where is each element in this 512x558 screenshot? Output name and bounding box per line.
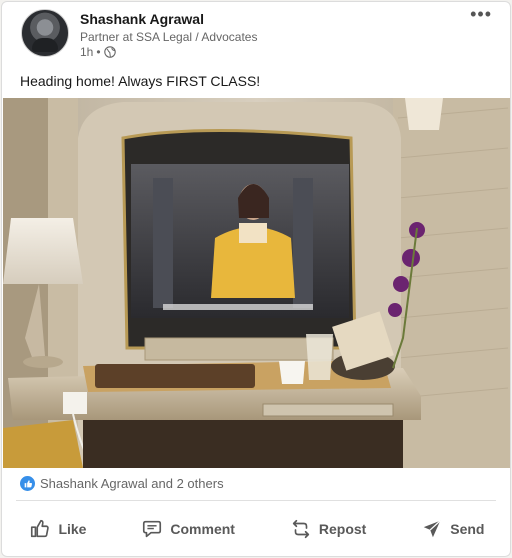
action-divider [16, 500, 496, 501]
comment-icon [143, 520, 162, 538]
repost-button[interactable]: Repost [280, 510, 376, 548]
thumbs-up-icon [31, 519, 50, 538]
comment-label: Comment [170, 521, 235, 537]
like-label: Like [58, 521, 87, 537]
author-name[interactable]: Shashank Agrawal [80, 11, 204, 27]
comment-button[interactable]: Comment [131, 510, 245, 548]
post-text: Heading home! Always FIRST CLASS! [20, 73, 261, 89]
globe-icon [103, 46, 116, 58]
repost-icon [292, 519, 310, 539]
post-meta: 1h • [80, 45, 116, 59]
post-image[interactable] [3, 98, 510, 468]
feed-post-card: Shashank Agrawal Partner at SSA Legal / … [1, 1, 511, 557]
social-action-bar: Like Comment Repost Send [2, 507, 510, 551]
send-icon [424, 520, 441, 538]
author-headline: Partner at SSA Legal / Advocates [80, 30, 258, 44]
repost-label: Repost [318, 521, 367, 537]
meta-separator: • [96, 45, 101, 59]
reactions-text[interactable]: Shashank Agrawal and 2 others [40, 476, 224, 491]
author-avatar[interactable] [21, 9, 69, 57]
more-options-button[interactable]: ••• [470, 5, 492, 23]
like-reaction-icon [20, 476, 35, 491]
cabin-photo [3, 98, 510, 468]
reactions-summary[interactable]: Shashank Agrawal and 2 others [20, 476, 224, 491]
post-time: 1h [80, 45, 94, 59]
send-button[interactable]: Send [411, 510, 494, 548]
like-button[interactable]: Like [19, 510, 96, 548]
send-label: Send [450, 521, 485, 537]
